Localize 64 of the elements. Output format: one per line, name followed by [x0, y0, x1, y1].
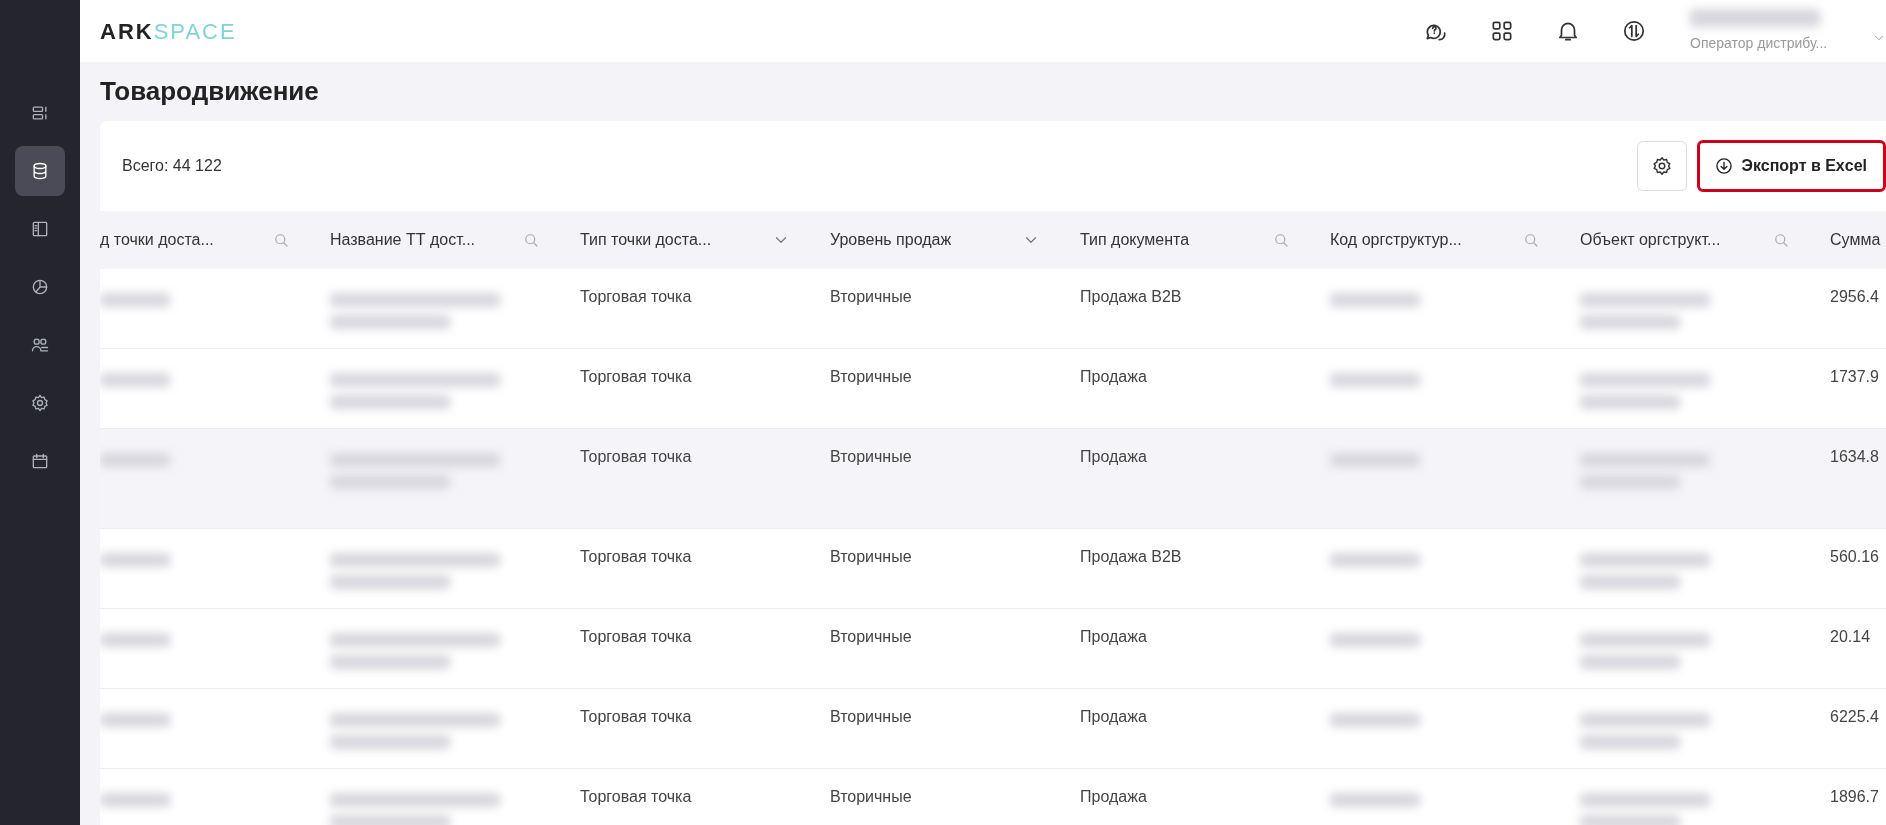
table-cell-text: Вторичные: [830, 447, 912, 467]
redacted-text: [100, 793, 170, 807]
table-cell-text: Торговая точка: [580, 787, 692, 807]
column-header: Уровень продаж: [830, 230, 952, 250]
column-header: д точки доста...: [100, 230, 214, 250]
table-cell-text: Торговая точка: [580, 547, 692, 567]
table-cell-text: 20.14: [1830, 627, 1871, 647]
page-title: Товародвижение: [100, 75, 320, 108]
swap-icon: [1621, 18, 1647, 44]
table-cell-text: Вторичные: [830, 547, 912, 567]
download-icon: [1713, 156, 1734, 176]
table-cell-text: Торговая точка: [580, 627, 692, 647]
search-icon: [522, 231, 540, 249]
settings-icon: [1650, 155, 1673, 177]
table-cell-text: Вторичные: [830, 787, 912, 807]
table-cell-text: 1634.8: [1830, 447, 1879, 467]
redacted-text: [100, 553, 170, 567]
redacted-text: [100, 713, 170, 727]
column-header: Название ТТ дост...: [330, 230, 476, 250]
search-icon: [1522, 231, 1540, 249]
total-count: Всего: 44 122: [122, 156, 222, 176]
table-cell-text: Вторичные: [830, 367, 912, 387]
column-header: Сумма: [1830, 230, 1881, 250]
user-role: Оператор дистрибу...: [1690, 33, 1828, 53]
pie-chart-icon: [30, 277, 50, 297]
redacted-text: [100, 293, 170, 307]
table-cell-text: Продажа: [1080, 707, 1147, 727]
table-cell-text: Торговая точка: [580, 707, 692, 727]
table-cell-text: Вторичные: [830, 627, 912, 647]
table-cell-text: 560.16: [1830, 547, 1879, 567]
logo: ARKSPACE: [100, 17, 237, 46]
search-icon: [1272, 231, 1290, 249]
table-cell-text: Продажа: [1080, 367, 1147, 387]
table-cell-text: 6225.4: [1830, 707, 1879, 727]
export-button[interactable]: Экспорт в Excel: [1696, 140, 1886, 192]
table-cell-text: 2956.4: [1830, 287, 1879, 307]
redacted-text: [100, 453, 170, 467]
panel-icon: [30, 219, 50, 239]
sidebar-item[interactable]: [15, 146, 65, 196]
calendar-icon: [30, 451, 50, 471]
table-cell-text: Продажа: [1080, 447, 1147, 467]
search-icon: [1772, 231, 1790, 249]
search-icon: [272, 231, 290, 249]
column-header: Тип точки доста...: [580, 230, 712, 250]
settings-icon: [30, 393, 50, 413]
table-cell-text: 1896.7: [1830, 787, 1879, 807]
table-cell-text: Вторичные: [830, 707, 912, 727]
column-header: Тип документа: [1080, 230, 1190, 250]
column-header: Код оргструктур...: [1330, 230, 1462, 250]
column-header: Объект оргструкт...: [1580, 230, 1721, 250]
settings-button[interactable]: [1636, 141, 1687, 191]
redacted-text: [100, 633, 170, 647]
table-cell-text: Продажа B2B: [1080, 287, 1182, 307]
table-cell-text: Торговая точка: [580, 287, 692, 307]
table-cell-text: Продажа: [1080, 627, 1147, 647]
table-cell-text: Продажа B2B: [1080, 547, 1182, 567]
table-cell-text: Вторичные: [830, 287, 912, 307]
table-cell-text: Торговая точка: [580, 447, 692, 467]
table-cell-text: Торговая точка: [580, 367, 692, 387]
table-cell-text: Продажа: [1080, 787, 1147, 807]
redacted-text: [100, 373, 170, 387]
table-row[interactable]: Торговая точка Вторичные Продажа 1634.8: [100, 429, 1886, 529]
table-cell-text: 1737.9: [1830, 367, 1879, 387]
grid-icon: [1489, 18, 1515, 44]
